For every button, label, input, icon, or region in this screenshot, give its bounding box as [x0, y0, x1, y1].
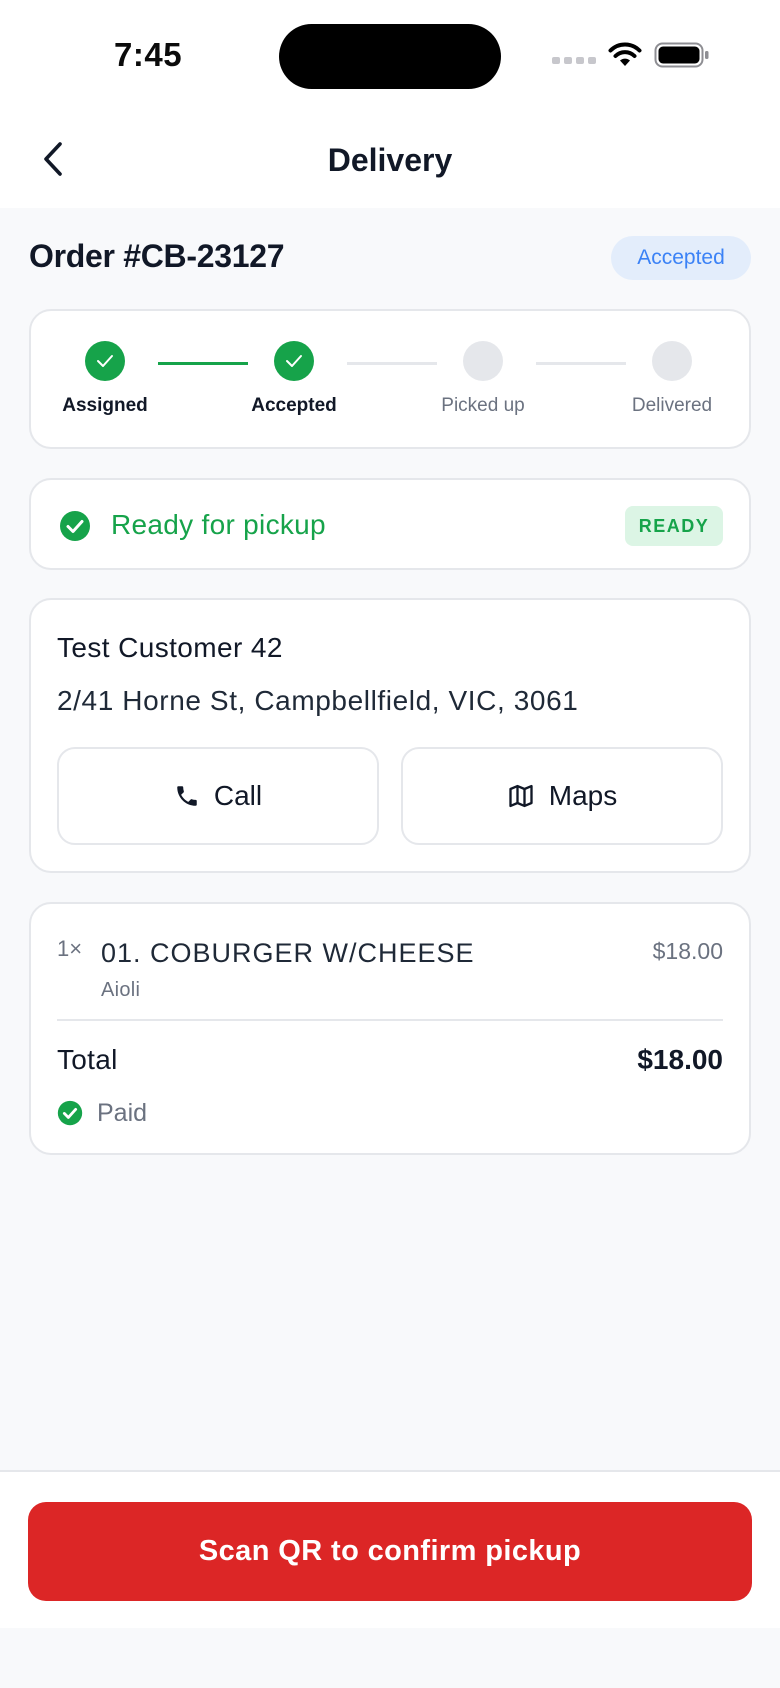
step-delivered: Delivered	[592, 341, 752, 417]
call-button[interactable]: Call	[57, 747, 379, 845]
status-icons	[552, 42, 710, 68]
status-bar: 7:45	[0, 0, 780, 110]
maps-label: Maps	[548, 780, 618, 811]
navigation-bar: Delivery	[0, 110, 780, 208]
check-circle-icon	[57, 1100, 83, 1126]
wifi-icon	[608, 42, 642, 66]
maps-button[interactable]: Maps	[401, 747, 723, 845]
pending-dot-icon	[463, 341, 503, 381]
total-label: Total	[57, 1044, 118, 1075]
battery-icon	[654, 42, 709, 68]
ready-status-card: Ready for pickup READY	[29, 478, 751, 570]
customer-address: 2/41 Horne St, Campbellfield, VIC, 3061	[57, 685, 579, 716]
call-label: Call	[213, 780, 263, 811]
ready-badge: READY	[625, 506, 723, 546]
pending-dot-icon	[652, 341, 692, 381]
step-accepted: Accepted	[214, 341, 374, 417]
order-progress-stepper: Assigned Accepted Picked up Delivered	[29, 309, 751, 449]
order-items-card: 1× 01. COBURGER W/CHEESE Aioli $18.00 To…	[29, 902, 751, 1155]
step-assigned: Assigned	[25, 341, 185, 417]
check-icon	[85, 341, 125, 381]
step-label: Accepted	[251, 395, 337, 416]
item-name: 01. COBURGER W/CHEESE	[101, 938, 475, 968]
step-picked-up: Picked up	[403, 341, 563, 417]
step-label: Picked up	[441, 395, 525, 416]
ready-status-text: Ready for pickup	[111, 509, 326, 540]
page-title: Delivery	[327, 142, 453, 178]
customer-name: Test Customer 42	[57, 632, 283, 663]
step-label: Assigned	[62, 395, 148, 416]
order-status-badge: Accepted	[611, 236, 751, 280]
phone-icon	[177, 786, 197, 806]
divider	[57, 1019, 723, 1021]
order-number: Order #CB-23127	[29, 238, 285, 274]
scan-qr-button[interactable]: Scan QR to confirm pickup	[28, 1502, 752, 1601]
dynamic-island	[279, 24, 501, 89]
item-price: $18.00	[652, 938, 723, 964]
check-icon	[274, 341, 314, 381]
status-time: 7:45	[114, 36, 183, 73]
customer-card: Test Customer 42 2/41 Horne St, Campbell…	[29, 598, 751, 873]
bottom-action-bar: Scan QR to confirm pickup	[0, 1470, 780, 1628]
total-value: $18.00	[637, 1044, 723, 1075]
item-quantity: 1×	[57, 936, 83, 961]
check-circle-icon	[60, 511, 90, 541]
item-modifier: Aioli	[101, 979, 141, 1001]
cellular-signal-icon	[552, 56, 596, 64]
step-label: Delivered	[631, 395, 713, 416]
payment-status: Paid	[97, 1099, 148, 1127]
map-icon	[509, 784, 533, 808]
